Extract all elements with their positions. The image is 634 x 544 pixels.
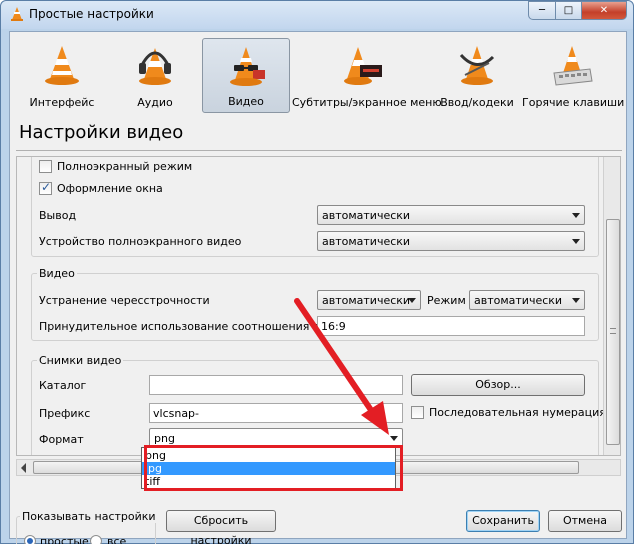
category-label: Субтитры/экранное меню <box>292 96 442 109</box>
category-input-codecs[interactable]: Ввод/кодеки <box>434 38 520 113</box>
directory-input[interactable] <box>149 375 403 395</box>
format-option-tiff[interactable]: tiff <box>142 475 395 488</box>
deinterlace-label: Устранение чересстрочности <box>39 294 210 307</box>
window-decorations-label: Оформление окна <box>57 182 163 195</box>
reset-settings-button[interactable]: Сбросить настройки <box>166 510 276 544</box>
chevron-left-icon[interactable] <box>21 463 26 473</box>
format-select-value: png <box>154 432 175 445</box>
all-settings-radio[interactable] <box>90 535 102 544</box>
fullscreen-device-select[interactable]: автоматически <box>317 231 585 251</box>
category-bar: Интерфейс Аудио Видео Субтитры/экранное … <box>16 38 625 116</box>
category-label: Горячие клавиши <box>522 96 625 109</box>
category-label: Ввод/кодеки <box>440 96 514 109</box>
deinterlace-select[interactable]: автоматически <box>317 290 421 310</box>
window-frame: Простые настройки ─ □ ✕ Интерфейс Аудио … <box>0 0 634 544</box>
category-interface[interactable]: Интерфейс <box>16 38 108 113</box>
category-video[interactable]: Видео <box>202 38 290 113</box>
chevron-down-icon <box>572 213 580 218</box>
format-dropdown-list: png jpg tiff <box>141 447 396 489</box>
chevron-down-icon <box>572 239 580 244</box>
vlc-cone-glasses-icon <box>230 47 265 86</box>
category-label: Видео <box>228 95 264 108</box>
chevron-down-icon <box>408 298 416 303</box>
category-label: Аудио <box>137 96 173 109</box>
fullscreen-device-label: Устройство полноэкранного видео <box>39 235 242 248</box>
category-label: Интерфейс <box>29 96 95 109</box>
format-select[interactable]: png <box>149 428 403 448</box>
vlc-cone-subtitles-icon <box>344 47 382 85</box>
minimize-button[interactable]: ─ <box>528 1 556 20</box>
close-button[interactable]: ✕ <box>581 1 627 20</box>
section-title: Настройки видео <box>19 122 184 143</box>
category-hotkeys[interactable]: Горячие клавиши <box>522 38 625 113</box>
save-button[interactable]: Сохранить <box>466 510 540 532</box>
mode-select-value: автоматически <box>474 294 563 307</box>
simple-settings-label: простые <box>40 535 89 544</box>
prefix-input[interactable]: vlcsnap- <box>149 403 403 423</box>
output-select-value: автоматически <box>322 209 411 222</box>
mode-label: Режим <box>427 294 466 307</box>
deinterlace-select-value: автоматически <box>322 294 411 307</box>
window-title: Простые настройки <box>29 7 154 21</box>
fullscreen-device-select-value: автоматически <box>322 235 411 248</box>
directory-label: Каталог <box>39 379 87 392</box>
vlc-cone-keyboard-icon <box>553 46 593 86</box>
vertical-scrollbar-thumb[interactable] <box>606 219 620 445</box>
simple-settings-radio[interactable] <box>24 535 36 544</box>
sequential-numbering-checkbox[interactable] <box>411 406 424 419</box>
aspect-ratio-label: Принудительное использование соотношения… <box>39 320 353 333</box>
title-bar[interactable]: Простые настройки ─ □ ✕ <box>1 1 633 29</box>
snapshots-group-title: Снимки видео <box>37 354 124 367</box>
category-subtitles[interactable]: Субтитры/экранное меню <box>292 38 442 113</box>
chevron-down-icon <box>390 436 398 441</box>
deinterlace-mode-select[interactable]: автоматически <box>469 290 585 310</box>
fullscreen-label: Полноэкранный режим <box>57 160 193 173</box>
prefix-label: Префикс <box>39 407 91 420</box>
fullscreen-checkbox[interactable] <box>39 160 52 173</box>
maximize-button[interactable]: □ <box>555 1 582 20</box>
cancel-button[interactable]: Отмена <box>548 510 622 532</box>
vlc-cone-icon <box>45 46 79 85</box>
sequential-numbering-label: Последовательная нумерация <box>429 406 606 419</box>
divider <box>16 150 622 151</box>
format-option-png[interactable]: png <box>142 449 395 462</box>
vlc-cone-icon <box>11 7 23 21</box>
show-settings-title: Показывать настройки <box>20 510 158 523</box>
vlc-cone-cables-icon <box>459 46 495 85</box>
category-audio[interactable]: Аудио <box>110 38 200 113</box>
format-label: Формат <box>39 433 84 446</box>
output-select[interactable]: автоматически <box>317 205 585 225</box>
grip-icon <box>610 328 616 334</box>
output-label: Вывод <box>39 209 77 222</box>
settings-scroll-area[interactable]: Полноэкранный режим Оформление окна Выво… <box>16 156 621 456</box>
window-decorations-checkbox[interactable] <box>39 180 52 195</box>
video-group-title: Видео <box>37 267 77 280</box>
browse-button[interactable]: Обзор... <box>411 374 585 396</box>
format-option-jpg[interactable]: jpg <box>142 462 395 475</box>
chevron-down-icon <box>572 298 580 303</box>
aspect-ratio-input[interactable]: 16:9 <box>317 316 585 336</box>
vlc-cone-headphones-icon <box>139 48 171 85</box>
vertical-scrollbar[interactable] <box>603 157 620 455</box>
all-settings-label: все <box>107 535 127 544</box>
